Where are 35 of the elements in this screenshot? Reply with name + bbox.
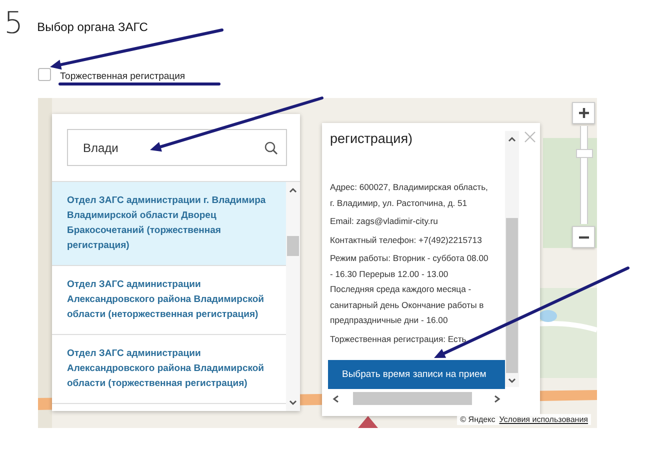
info-text: Контактный телефон: +7(492)2215713	[330, 234, 483, 247]
zoom-out-button[interactable]	[572, 226, 595, 248]
info-text: Email: zags@vladimir-city.ru	[330, 215, 439, 228]
step-number: 5	[4, 9, 24, 39]
plus-icon	[578, 108, 588, 118]
zoom-slider-handle[interactable]	[576, 149, 593, 158]
zoom-slider-track[interactable]	[580, 126, 588, 224]
result-item[interactable]: Отдел ЗАГС администрации г. Владимира Владимирской области Дворец Бракосочетаний (торжественная регистрация)	[52, 182, 286, 266]
scrollbar[interactable]	[505, 131, 519, 387]
chevron-down-icon[interactable]	[507, 377, 517, 385]
search-icon	[264, 140, 278, 154]
chevron-down-icon[interactable]	[288, 399, 298, 407]
minus-icon	[578, 236, 588, 238]
search-field[interactable]: Влади	[67, 129, 287, 166]
close-icon[interactable]	[524, 131, 536, 143]
info-text: Торжественная регистрация: Есть	[330, 332, 468, 346]
info-text: Режим работы: Вторник - суббота 08.00 - 16.30 Перерыв 12.00 - 13.00 Последняя среда каждого месяца - санитарный день Окончание работы в предпраздничные дни - 16.00	[330, 252, 490, 327]
scrollbar-thumb[interactable]	[287, 236, 299, 256]
chevron-right-icon[interactable]	[493, 395, 501, 403]
checkbox[interactable]	[38, 68, 51, 80]
info-text: Адрес: 600027, Владимирская область, г. Владимир, ул. Растопчина, д. 51	[330, 181, 489, 210]
map-copyright: © Яндекс	[460, 415, 496, 424]
chevron-up-icon[interactable]	[288, 186, 298, 194]
scrollbar-thumb[interactable]	[353, 392, 472, 405]
checkbox-label[interactable]: Торжественная регистрация	[60, 70, 186, 82]
zoom-in-button[interactable]	[572, 102, 595, 124]
section-title: Выбор органа ЗАГС	[37, 20, 148, 34]
chevron-up-icon[interactable]	[507, 135, 517, 143]
scrollbar-thumb[interactable]	[506, 218, 518, 373]
chevron-left-icon[interactable]	[332, 395, 340, 403]
popup-heading: регистрация)	[330, 131, 414, 146]
scrollbar[interactable]	[286, 182, 300, 411]
book-time-button[interactable]: Выбрать время записи на прием	[328, 360, 505, 389]
zoom-slider[interactable]	[576, 126, 593, 224]
terms-link[interactable]: Условия использования	[499, 415, 588, 424]
